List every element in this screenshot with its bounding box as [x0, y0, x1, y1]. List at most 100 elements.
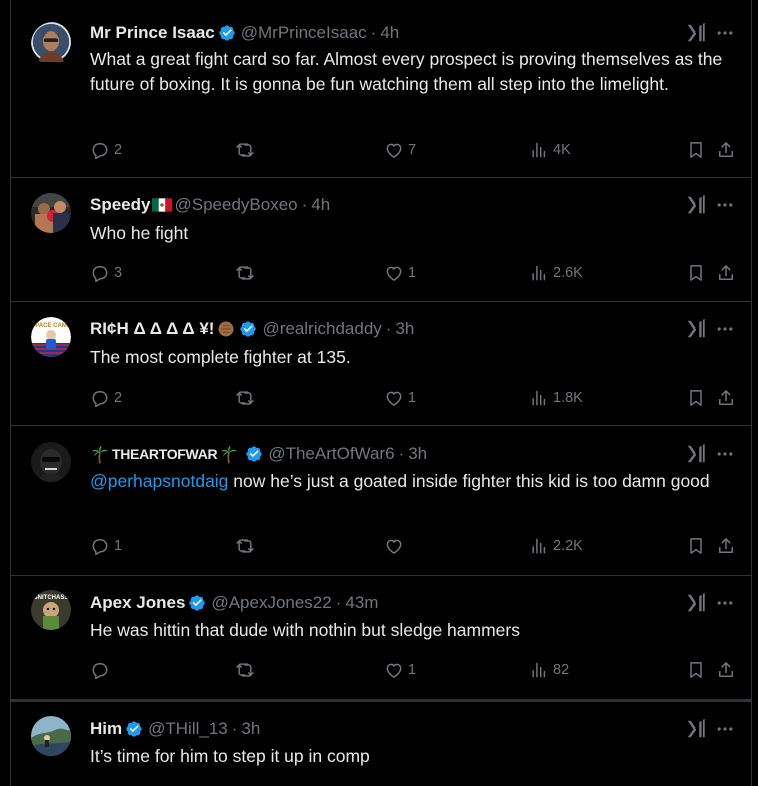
tweet[interactable]: SPACE CAMP RI¢H Δ Δ Δ Δ ¥! @realrichdadd…	[11, 302, 751, 426]
repost-button[interactable]	[235, 388, 259, 408]
reply-icon	[90, 536, 110, 556]
display-name[interactable]: THEARTOFWAR	[112, 446, 218, 462]
display-name[interactable]: Him	[90, 719, 122, 739]
grok-icon[interactable]	[685, 318, 707, 340]
like-icon	[384, 388, 404, 408]
action-bar: 1 2.2K	[90, 536, 740, 558]
reply-count: 1	[114, 538, 123, 554]
timestamp[interactable]: 3h	[408, 444, 427, 464]
views-icon	[529, 388, 549, 408]
more-icon[interactable]	[715, 593, 735, 613]
tweet[interactable]: Him @THill_13 · 3h It’s time for him to …	[11, 700, 751, 786]
avatar[interactable]	[31, 442, 71, 482]
timestamp[interactable]: 3h	[241, 719, 260, 739]
reply-icon	[90, 140, 110, 160]
verified-badge-icon	[245, 445, 263, 463]
mention-link[interactable]: @perhapsnotdaig	[90, 471, 228, 491]
verified-badge-icon	[125, 720, 143, 738]
repost-button[interactable]	[235, 660, 259, 680]
views-icon	[529, 263, 549, 283]
handle[interactable]: @SpeedyBoxeo	[174, 195, 297, 215]
tweet[interactable]: THEARTOFWAR @TheArtOfWar6 · 3h @perhapsn…	[11, 426, 751, 576]
tweet[interactable]: Speedy @SpeedyBoxeo · 4h Who he fight 3 …	[11, 178, 751, 302]
share-icon	[716, 388, 736, 408]
views-button[interactable]: 82	[529, 660, 569, 680]
handle[interactable]: @THill_13	[148, 719, 228, 739]
avatar[interactable]	[31, 22, 75, 66]
grok-icon[interactable]	[685, 443, 707, 465]
repost-icon	[235, 536, 255, 556]
more-icon[interactable]	[715, 444, 735, 464]
reply-button[interactable]: 1	[90, 536, 122, 556]
grok-icon[interactable]	[685, 718, 707, 740]
bookmark-button[interactable]	[686, 660, 710, 680]
timestamp[interactable]: 4h	[380, 23, 399, 43]
reply-button[interactable]: 3	[90, 263, 122, 283]
palm-tree-icon	[91, 445, 109, 464]
avatar[interactable]: SNITCHASS	[31, 590, 71, 630]
avatar[interactable]	[31, 193, 71, 233]
repost-button[interactable]	[235, 536, 259, 556]
reply-button[interactable]: 2	[90, 388, 122, 408]
more-icon[interactable]	[715, 195, 735, 215]
tweet-header: Speedy @SpeedyBoxeo · 4h	[90, 194, 330, 216]
share-button[interactable]	[716, 263, 740, 283]
like-count: 1	[408, 265, 417, 281]
more-icon[interactable]	[715, 719, 735, 739]
more-icon[interactable]	[715, 23, 735, 43]
views-button[interactable]: 1.8K	[529, 388, 583, 408]
bookmark-button[interactable]	[686, 388, 710, 408]
action-bar: 3 1 2.6K	[90, 263, 740, 285]
avatar-image	[31, 442, 71, 482]
handle[interactable]: @TheArtOfWar6	[268, 444, 394, 464]
display-name[interactable]: RI¢H Δ Δ Δ Δ ¥!	[90, 319, 214, 339]
repost-button[interactable]	[235, 263, 259, 283]
share-button[interactable]	[716, 388, 740, 408]
tweet-header: Mr Prince Isaac @MrPrinceIsaac · 4h	[90, 22, 399, 44]
like-button[interactable]: 7	[384, 140, 416, 160]
like-button[interactable]: 1	[384, 263, 416, 283]
handle[interactable]: @realrichdaddy	[262, 319, 381, 339]
share-button[interactable]	[716, 660, 740, 680]
tweet[interactable]: SNITCHASS Apex Jones @ApexJones22 · 43m …	[11, 576, 751, 700]
bookmark-button[interactable]	[686, 536, 710, 556]
display-name[interactable]: Mr Prince Isaac	[90, 23, 215, 43]
separator-dot: ·	[385, 319, 392, 338]
timestamp[interactable]: 43m	[345, 593, 378, 613]
handle[interactable]: @ApexJones22	[211, 593, 331, 613]
timestamp[interactable]: 3h	[395, 319, 414, 339]
like-button[interactable]: 1	[384, 388, 416, 408]
reply-button[interactable]: 2	[90, 140, 122, 160]
snitch-badge: SNITCHASS	[34, 595, 69, 601]
display-name[interactable]: Speedy	[90, 195, 150, 215]
grok-icon[interactable]	[685, 194, 707, 216]
mexico-flag-icon	[152, 198, 173, 212]
avatar[interactable]: SPACE CAMP	[31, 317, 71, 357]
share-button[interactable]	[716, 536, 740, 556]
share-button[interactable]	[716, 140, 740, 160]
repost-icon	[235, 140, 255, 160]
tweet[interactable]: Mr Prince Isaac @MrPrinceIsaac · 4h What…	[11, 0, 751, 178]
views-button[interactable]: 2.6K	[529, 263, 583, 283]
views-button[interactable]: 2.2K	[529, 536, 583, 556]
repost-icon	[235, 263, 255, 283]
bookmark-button[interactable]	[686, 263, 710, 283]
repost-button[interactable]	[235, 140, 259, 160]
timestamp[interactable]: 4h	[311, 195, 330, 215]
repost-icon	[235, 660, 255, 680]
like-icon	[384, 263, 404, 283]
more-icon[interactable]	[715, 319, 735, 339]
display-name[interactable]: Apex Jones	[90, 593, 185, 613]
reply-button[interactable]	[90, 660, 114, 680]
grok-icon[interactable]	[685, 22, 707, 44]
avatar[interactable]	[31, 716, 71, 756]
view-count: 1.8K	[553, 390, 583, 406]
views-button[interactable]: 4K	[529, 140, 571, 160]
like-button[interactable]	[384, 536, 408, 556]
tweet-text: Who he fight	[90, 223, 189, 243]
like-button[interactable]: 1	[384, 660, 416, 680]
bookmark-button[interactable]	[686, 140, 710, 160]
handle[interactable]: @MrPrinceIsaac	[241, 23, 367, 43]
avatar-image	[31, 22, 71, 62]
grok-icon[interactable]	[685, 592, 707, 614]
